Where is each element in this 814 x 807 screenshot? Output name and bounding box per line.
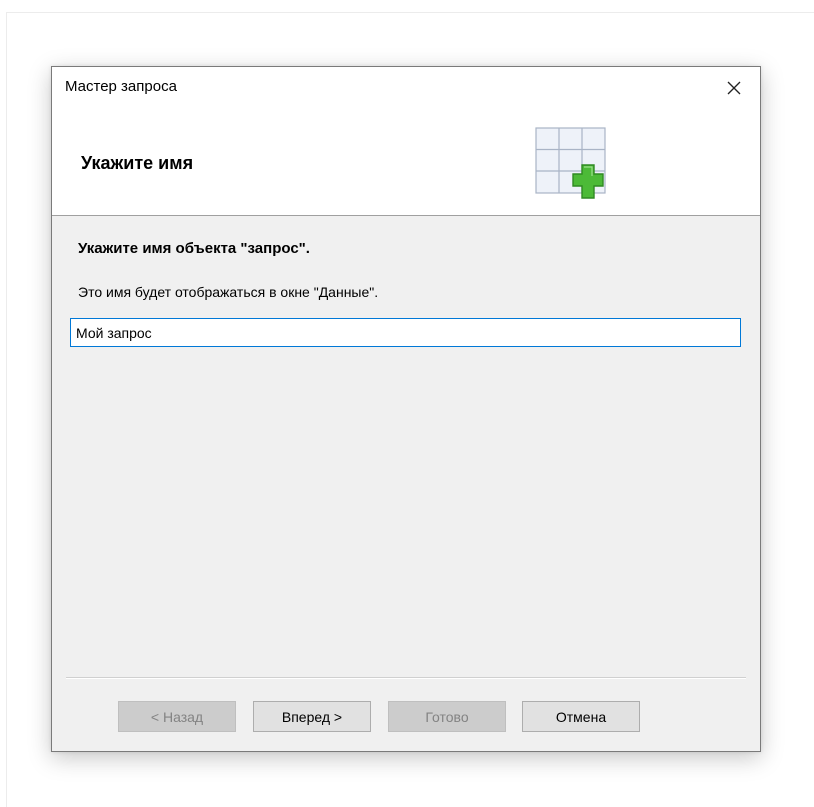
close-button[interactable]: [716, 71, 752, 105]
close-icon: [727, 81, 741, 95]
cancel-button[interactable]: Отмена: [522, 701, 640, 732]
query-wizard-dialog: Мастер запроса Укажите имя Укажите имя о…: [51, 66, 761, 752]
footer-divider: [66, 677, 746, 679]
finish-button[interactable]: Готово: [388, 701, 506, 732]
instruction-text: Укажите имя объекта "запрос".: [78, 240, 310, 257]
query-name-input[interactable]: [70, 318, 741, 347]
next-button[interactable]: Вперед >: [253, 701, 371, 732]
hint-text: Это имя будет отображаться в окне "Данны…: [78, 284, 379, 300]
page-heading: Укажите имя: [81, 153, 194, 173]
back-button[interactable]: < Назад: [118, 701, 236, 732]
wizard-header-banner: Мастер запроса Укажите имя: [52, 67, 760, 216]
table-add-icon: [535, 127, 606, 199]
window-title: Мастер запроса: [65, 78, 177, 95]
